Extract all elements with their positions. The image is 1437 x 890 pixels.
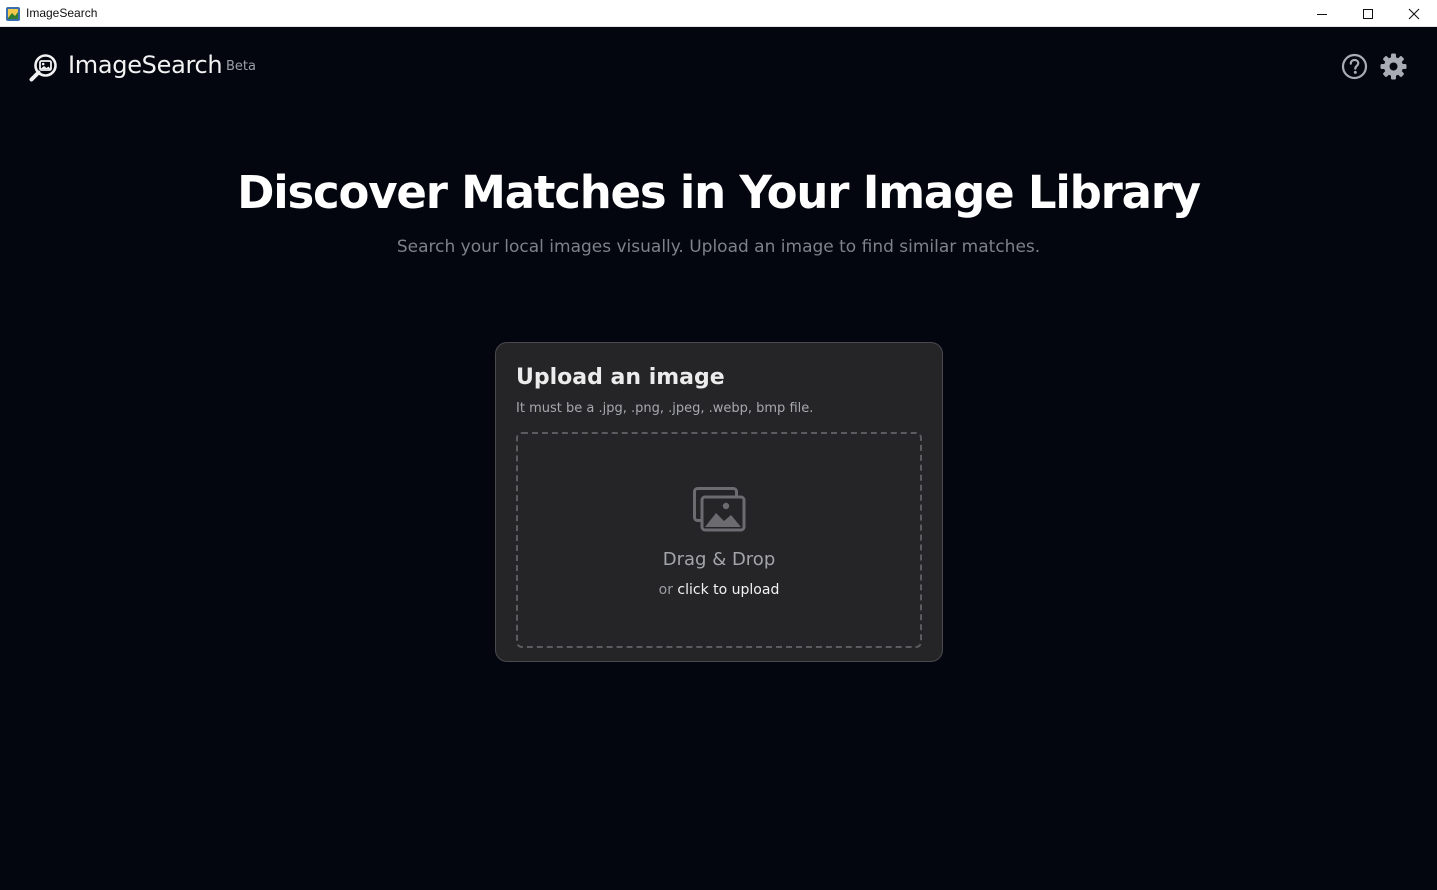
upload-hint: It must be a .jpg, .png, .jpeg, .webp, b… xyxy=(516,401,814,416)
settings-button[interactable] xyxy=(1380,53,1407,80)
help-button[interactable] xyxy=(1341,53,1368,80)
drop-prefix: or xyxy=(658,582,673,598)
upload-dropzone[interactable]: Drag & Drop or click to upload xyxy=(516,432,922,648)
upload-card: Upload an image It must be a .jpg, .png,… xyxy=(495,342,943,662)
app-icon xyxy=(6,6,20,21)
maximize-icon xyxy=(1363,8,1373,19)
page-subtitle: Search your local images visually. Uploa… xyxy=(396,237,1041,257)
help-circle-icon xyxy=(1341,53,1368,80)
maximize-button[interactable] xyxy=(1345,0,1391,27)
drop-subtitle: or click to upload xyxy=(518,582,920,598)
minimize-icon xyxy=(1317,13,1327,15)
minimize-button[interactable] xyxy=(1299,0,1345,27)
window-controls xyxy=(1299,0,1437,27)
images-icon xyxy=(693,487,747,533)
magnifier-image-icon xyxy=(29,53,59,83)
app-header: ImageSearch Beta xyxy=(0,27,1437,107)
window-titlebar: ImageSearch xyxy=(0,0,1437,27)
beta-badge: Beta xyxy=(226,59,256,74)
close-button[interactable] xyxy=(1391,0,1437,27)
upload-title: Upload an image xyxy=(516,365,725,390)
page-title: Discover Matches in Your Image Library xyxy=(237,166,1201,219)
close-icon xyxy=(1408,8,1420,19)
click-to-upload-link[interactable]: click to upload xyxy=(677,582,779,598)
drop-title: Drag & Drop xyxy=(662,549,776,570)
window-title: ImageSearch xyxy=(26,6,98,20)
gear-icon xyxy=(1380,53,1407,80)
brand-name: ImageSearch xyxy=(68,51,223,79)
